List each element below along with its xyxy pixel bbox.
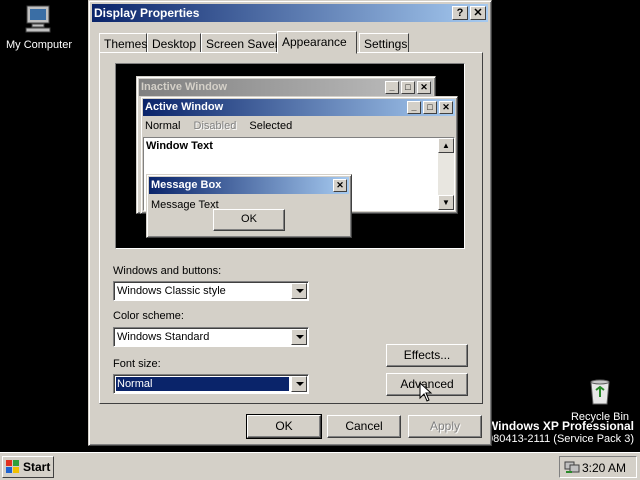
font-size-value: Normal: [116, 377, 289, 391]
active-window-titlebar: Active Window _ □ ✕: [143, 99, 455, 116]
chevron-down-icon[interactable]: [291, 283, 307, 299]
window-text: Window Text: [146, 140, 213, 152]
close-icon: ✕: [439, 101, 453, 114]
font-size-select[interactable]: Normal: [113, 374, 309, 394]
message-ok-button: OK: [213, 209, 285, 231]
taskbar: Start 3:20 AM: [0, 452, 640, 480]
dialog-title: Display Properties: [94, 6, 200, 20]
color-scheme-label: Color scheme:: [113, 310, 184, 322]
system-tray: 3:20 AM: [559, 456, 637, 478]
start-button[interactable]: Start: [2, 456, 54, 478]
windows-buttons-label: Windows and buttons:: [113, 265, 222, 277]
preview-scrollbar: ▲ ▼: [438, 138, 454, 210]
chevron-down-icon[interactable]: [291, 376, 307, 392]
maximize-icon: □: [423, 101, 437, 114]
network-icon[interactable]: [564, 460, 580, 474]
appearance-preview: Inactive Window _ □ ✕ Active Window _ □ …: [115, 63, 465, 249]
display-properties-dialog: Display Properties ? ✕ Themes Desktop Sc…: [88, 0, 492, 446]
close-icon: ✕: [333, 179, 347, 192]
my-computer-icon[interactable]: My Computer: [4, 4, 74, 51]
apply-button[interactable]: Apply: [408, 415, 482, 438]
mouse-cursor-icon: [419, 382, 433, 402]
close-icon: ✕: [417, 81, 431, 94]
os-watermark: Windows XP Professional 080413-2111 (Ser…: [487, 420, 634, 446]
my-computer-label: My Computer: [5, 39, 73, 51]
windows-buttons-select[interactable]: Windows Classic style: [113, 281, 309, 301]
font-size-label: Font size:: [113, 358, 161, 370]
scroll-up-icon: ▲: [438, 138, 454, 153]
start-label: Start: [23, 460, 51, 474]
preview-message-box: Message Box ✕ Message Text OK: [146, 174, 352, 238]
help-button[interactable]: ?: [452, 6, 468, 20]
tab-themes[interactable]: Themes: [99, 33, 147, 53]
effects-button[interactable]: Effects...: [386, 344, 468, 367]
recycle-bin-glyph-icon: [590, 379, 610, 405]
watermark-edition: Windows XP Professional: [486, 419, 634, 433]
windows-logo-icon: [6, 460, 19, 473]
color-scheme-value: Windows Standard: [117, 331, 210, 343]
clock[interactable]: 3:20 AM: [582, 461, 626, 475]
message-text: Message Text: [151, 199, 219, 211]
computer-icon: [25, 5, 51, 33]
watermark-build: 080413-2111 (Service Pack 3): [487, 433, 634, 445]
scroll-down-icon: ▼: [438, 195, 454, 210]
minimize-icon: _: [407, 101, 421, 114]
menu-disabled: Disabled: [193, 120, 237, 132]
tab-settings[interactable]: Settings: [359, 33, 409, 53]
tab-desktop[interactable]: Desktop: [147, 33, 201, 53]
dialog-titlebar[interactable]: Display Properties ? ✕: [92, 4, 488, 22]
minimize-icon: _: [385, 81, 399, 94]
menu-normal: Normal: [145, 120, 181, 132]
tab-appearance[interactable]: Appearance: [277, 31, 357, 54]
ok-button[interactable]: OK: [246, 414, 322, 439]
preview-menu-row: Normal Disabled Selected: [145, 120, 302, 132]
inactive-window-titlebar: Inactive Window _ □ ✕: [139, 79, 433, 96]
recycle-bin-icon[interactable]: Recycle Bin: [570, 376, 630, 423]
message-box-title: Message Box: [151, 179, 222, 191]
tab-screen-saver[interactable]: Screen Saver: [201, 33, 279, 53]
cancel-button[interactable]: Cancel: [327, 415, 401, 438]
close-button[interactable]: ✕: [470, 6, 486, 20]
message-box-titlebar: Message Box ✕: [149, 177, 349, 194]
maximize-icon: □: [401, 81, 415, 94]
active-window-title: Active Window: [145, 101, 224, 113]
inactive-window-title: Inactive Window: [141, 81, 228, 93]
menu-selected: Selected: [249, 120, 293, 132]
windows-buttons-value: Windows Classic style: [117, 285, 226, 297]
chevron-down-icon[interactable]: [291, 329, 307, 345]
color-scheme-select[interactable]: Windows Standard: [113, 327, 309, 347]
